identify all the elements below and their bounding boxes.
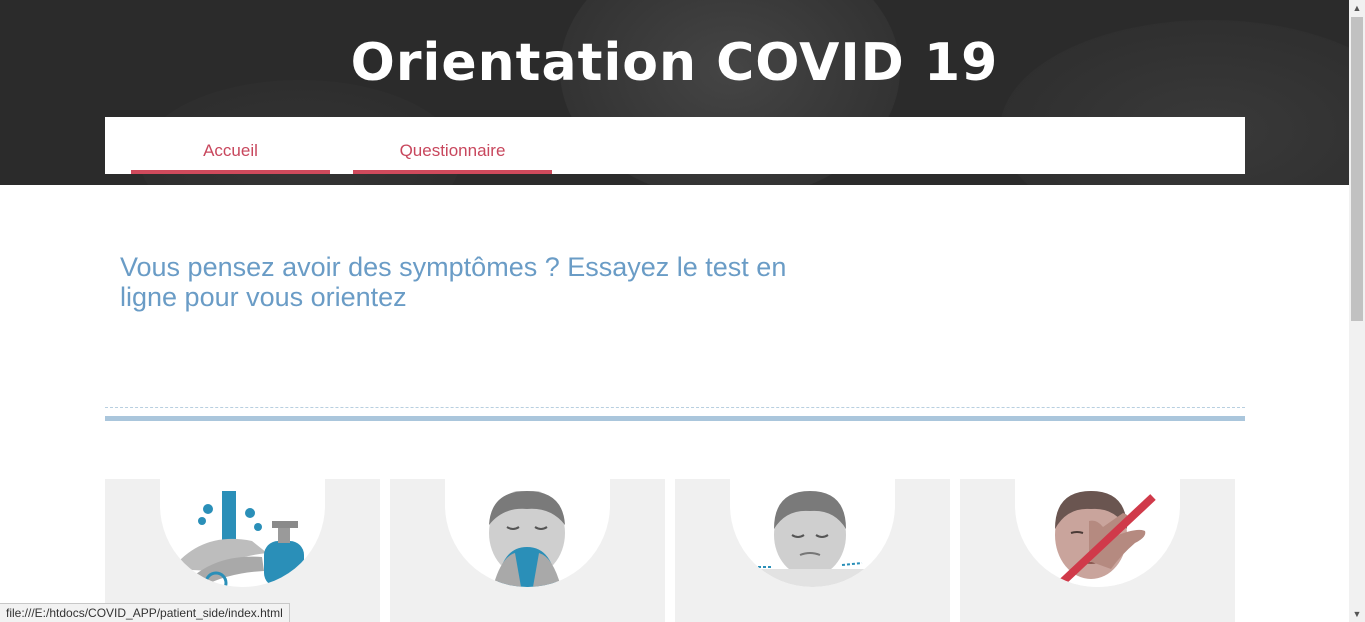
vertical-scrollbar[interactable]: ▲ ▼ bbox=[1349, 0, 1365, 622]
nav-item-questionnaire[interactable]: Questionnaire bbox=[353, 117, 552, 174]
hand-washing-icon bbox=[172, 491, 304, 587]
card-sneeze-into-elbow[interactable] bbox=[390, 479, 665, 622]
scroll-down-arrow-icon[interactable]: ▼ bbox=[1349, 606, 1365, 622]
sneeze-into-elbow-icon bbox=[457, 491, 597, 587]
main-navigation: Accueil Questionnaire bbox=[105, 117, 1245, 174]
lead-text: Vous pensez avoir des symptômes ? Essaye… bbox=[120, 252, 787, 312]
divider-solid bbox=[105, 416, 1245, 421]
nav-item-accueil[interactable]: Accueil bbox=[131, 117, 330, 174]
card-hand-washing[interactable] bbox=[105, 479, 380, 622]
card-illustration bbox=[160, 479, 325, 587]
status-bar-url: file:///E:/htdocs/COVID_APP/patient_side… bbox=[0, 603, 290, 622]
page: Orientation COVID 19 Accueil Questionnai… bbox=[0, 0, 1349, 622]
card-illustration bbox=[445, 479, 610, 587]
scrollbar-thumb[interactable] bbox=[1351, 17, 1363, 321]
no-face-touching-icon bbox=[1027, 491, 1167, 587]
card-no-face-touching[interactable] bbox=[960, 479, 1235, 622]
divider-dashed bbox=[105, 407, 1245, 408]
card-sick-person-resting[interactable] bbox=[675, 479, 950, 622]
sick-person-resting-icon bbox=[742, 491, 882, 587]
card-illustration bbox=[730, 479, 895, 587]
site-title: Orientation COVID 19 bbox=[350, 33, 999, 93]
scroll-up-arrow-icon[interactable]: ▲ bbox=[1349, 0, 1365, 16]
card-illustration bbox=[1015, 479, 1180, 587]
